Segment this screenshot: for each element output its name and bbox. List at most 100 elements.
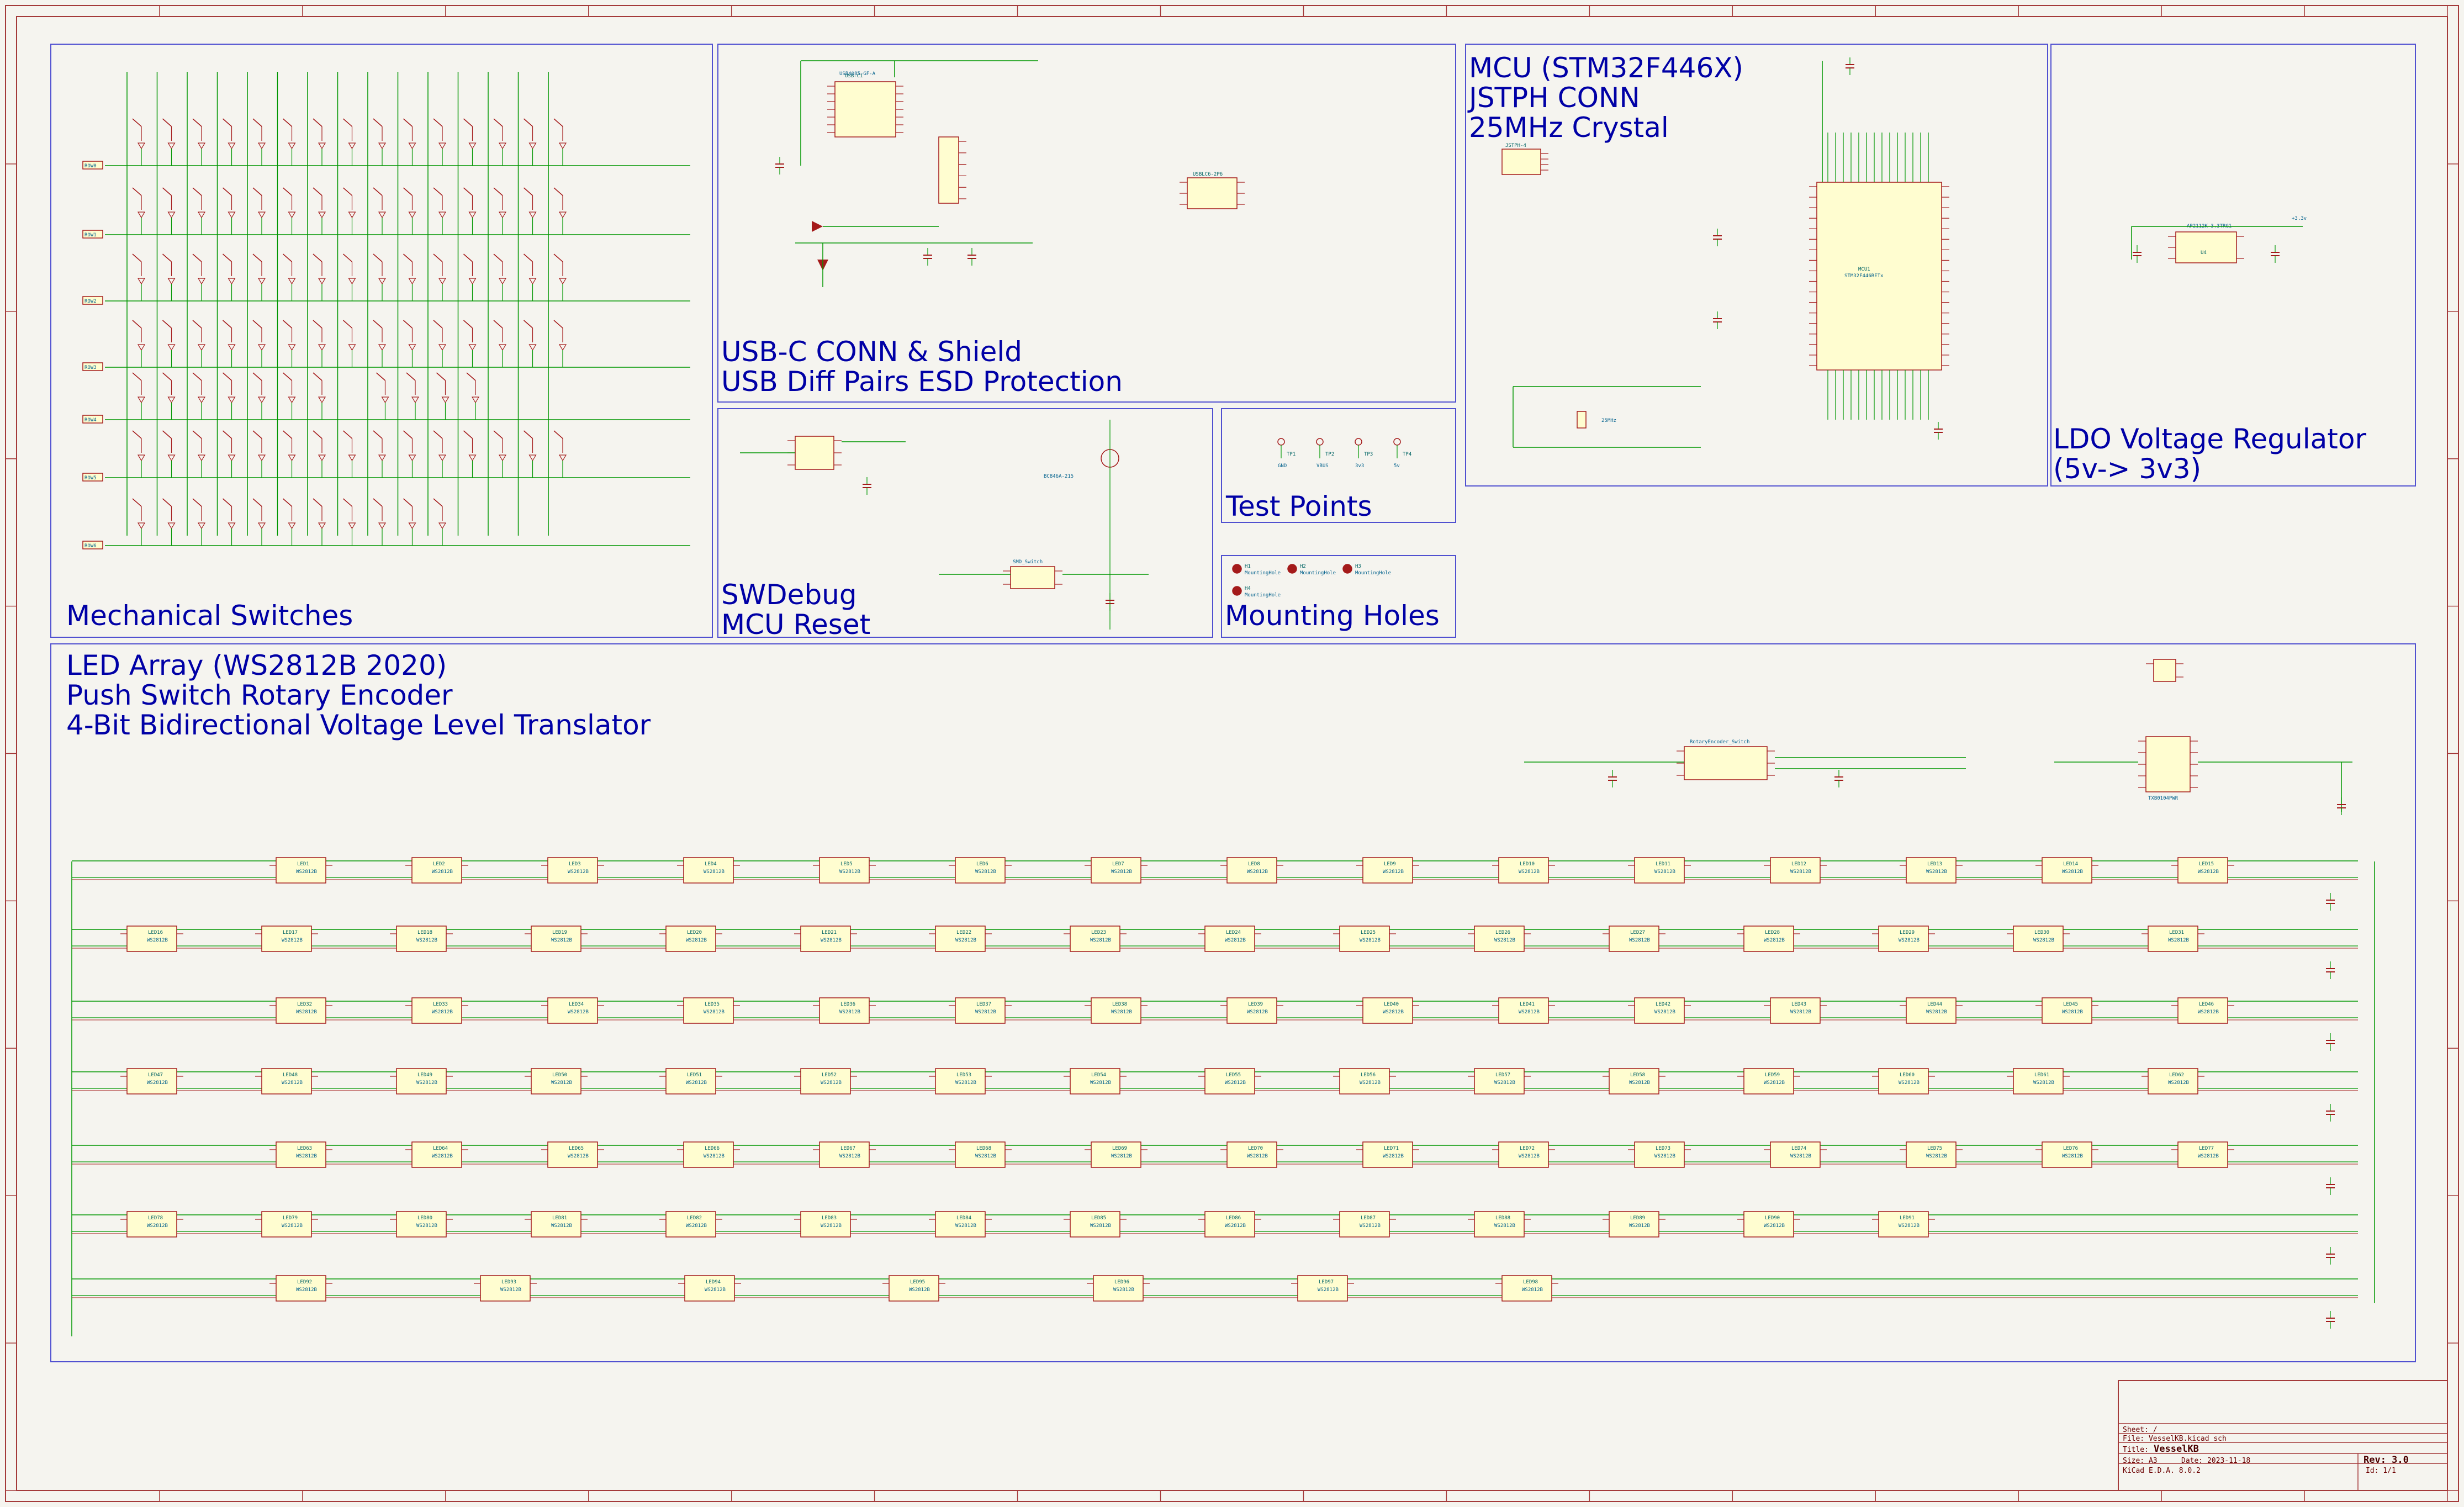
led-part: WS2812B (1764, 1223, 1785, 1229)
diode-symbol (257, 454, 266, 462)
diode-symbol (288, 278, 296, 285)
diode-symbol (558, 278, 567, 285)
led-ref: LED93 (501, 1279, 516, 1285)
led-part: WS2812B (1360, 1080, 1381, 1086)
mounting-hole-symbol (1287, 564, 1297, 574)
diode-symbol (288, 344, 296, 351)
led-ref: LED77 (2199, 1146, 2214, 1151)
led-part: WS2812B (1360, 1223, 1381, 1229)
led-ref: LED9 (1384, 861, 1396, 867)
esd-ref: USBLC6-2P6 (1193, 172, 1223, 177)
led-part: WS2812B (416, 1223, 437, 1229)
switch-symbol (223, 187, 232, 196)
led-part: WS2812B (821, 938, 842, 943)
holes-block-title: Mounting Holes (1225, 600, 1440, 632)
mounting-hole-ref: H1 (1245, 564, 1251, 569)
diode-symbol (288, 211, 296, 219)
led-ref: LED98 (1523, 1279, 1538, 1285)
led-part: WS2812B (282, 1080, 303, 1086)
diode-symbol (318, 211, 326, 219)
led-part: WS2812B (147, 938, 168, 943)
switch-symbol (223, 372, 232, 381)
switch-symbol (343, 430, 352, 439)
diode-symbol (318, 522, 326, 530)
mounting-hole-symbol (1342, 564, 1352, 574)
led-ref: LED79 (283, 1215, 298, 1221)
led-part: WS2812B (686, 1080, 707, 1086)
led-ref: LED46 (2199, 1002, 2214, 1007)
row-label: ROW0 (84, 163, 97, 169)
switch-symbol (283, 430, 292, 439)
test-point-net: GND (1278, 463, 1287, 469)
ldo-circuit: AP2112K-3.3TRG1U4+3.3v (2131, 216, 2307, 263)
led-ref: LED13 (1927, 861, 1942, 867)
led-part: WS2812B (1113, 1287, 1134, 1293)
switch-symbol (403, 320, 413, 329)
led-part: WS2812B (1629, 1080, 1650, 1086)
led-ref: LED80 (417, 1215, 432, 1221)
led-part: WS2812B (686, 1223, 707, 1229)
diode-symbol (381, 396, 389, 404)
led-part: WS2812B (1383, 869, 1404, 875)
switch-symbol (463, 253, 473, 262)
switch-symbol (192, 498, 202, 507)
led-ref: LED84 (956, 1215, 971, 1221)
led-part: WS2812B (1111, 1009, 1132, 1015)
inner-border (16, 16, 2448, 1491)
led-part: WS2812B (1519, 869, 1540, 875)
switches-block-title: Mechanical Switches (66, 600, 353, 632)
diode-symbol (137, 396, 146, 404)
led-part: WS2812B (1111, 869, 1132, 875)
crystal-label: 25MHz (1601, 418, 1616, 424)
led-ref: LED19 (552, 930, 567, 935)
switch-symbol (192, 372, 202, 381)
diode-symbol (348, 142, 356, 150)
diode-symbol (257, 211, 266, 219)
led-ref: LED34 (569, 1002, 584, 1007)
id-label: Id: 1/1 (2366, 1467, 2396, 1475)
diode-symbol (438, 211, 447, 219)
diode-symbol (167, 522, 176, 530)
schematic-sheet: ROW0ROW1ROW2ROW3ROW4ROW5ROW6 USB-C1USB40… (5, 5, 2459, 1502)
led-ref: LED90 (1765, 1215, 1780, 1221)
switch-matrix: ROW0 ROW1 ROW2 ROW3 ROW4 ROW5 ROW6 (82, 72, 690, 549)
led-part: WS2812B (2198, 1009, 2219, 1015)
switch-symbol (403, 253, 413, 262)
switch-symbol (403, 430, 413, 439)
led-part: WS2812B (1654, 1009, 1675, 1015)
switch-symbol (436, 372, 446, 381)
diode-symbol (528, 142, 537, 150)
switch-symbol (493, 320, 503, 329)
led-ref: LED87 (1361, 1215, 1376, 1221)
encoder-body (1684, 746, 1768, 780)
diode-symbol (378, 278, 387, 285)
led-part: WS2812B (839, 1009, 860, 1015)
diode-symbol (228, 211, 236, 219)
led-ref: LED36 (840, 1002, 855, 1007)
led-part: WS2812B (705, 1287, 726, 1293)
usb-ic (938, 136, 959, 204)
led-part: WS2812B (568, 1154, 589, 1159)
led-ref: LED82 (687, 1215, 702, 1221)
led-part: WS2812B (1764, 938, 1785, 943)
led-part: WS2812B (416, 938, 437, 943)
led-part: WS2812B (839, 869, 860, 875)
switch-symbol (493, 118, 503, 127)
led-ref: LED49 (417, 1072, 432, 1078)
led-ref: LED2 (433, 861, 445, 867)
led-ref: LED4 (705, 861, 717, 867)
diode-symbol (197, 522, 206, 530)
switch-symbol (223, 498, 232, 507)
led-ref: LED73 (1656, 1146, 1670, 1151)
diode-symbol (438, 454, 447, 462)
led-ref: LED74 (1791, 1146, 1806, 1151)
switch-symbol (313, 118, 322, 127)
led-part: WS2812B (1522, 1287, 1543, 1293)
switch-symbol (162, 430, 172, 439)
diode-symbol (528, 211, 537, 219)
diode-symbol (498, 211, 507, 219)
switch-symbol (313, 372, 322, 381)
diode-symbol (408, 522, 416, 530)
switch-symbol (373, 430, 383, 439)
switch-symbol (132, 372, 142, 381)
